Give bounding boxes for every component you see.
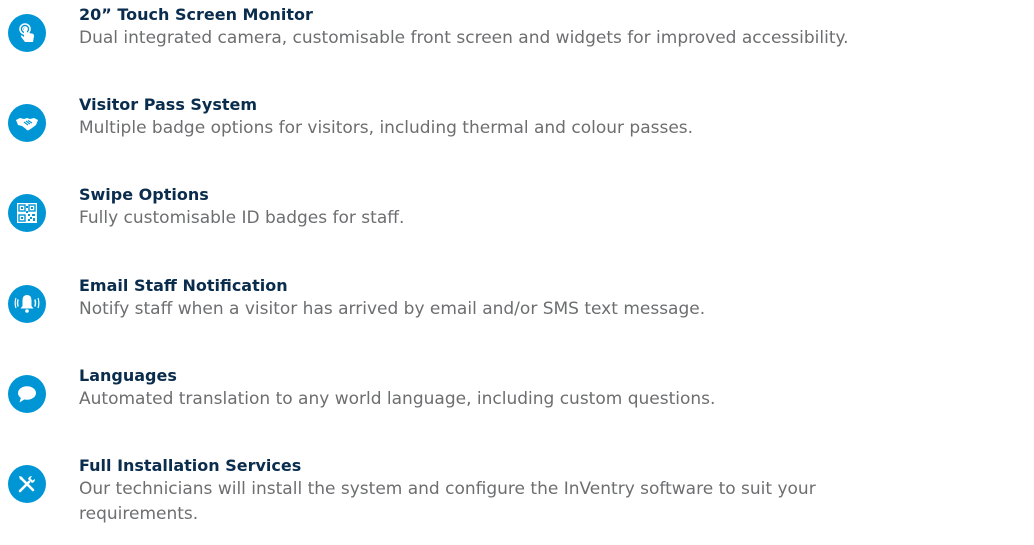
feature-text: 20” Touch Screen Monitor Dual integrated…	[79, 4, 1029, 51]
feature-text: Swipe Options Fully customisable ID badg…	[79, 184, 1029, 231]
feature-description: Fully customisable ID badges for staff.	[79, 208, 405, 228]
bell-icon	[8, 285, 46, 323]
feature-title: Full Installation Services	[79, 456, 302, 475]
speech-bubble-icon	[8, 375, 46, 413]
feature-text: Email Staff Notification Notify staff wh…	[79, 275, 1029, 322]
feature-title: Swipe Options	[79, 185, 209, 204]
feature-title: Visitor Pass System	[79, 95, 258, 114]
feature-title: 20” Touch Screen Monitor	[79, 5, 313, 24]
feature-description: Automated translation to any world langu…	[79, 389, 716, 409]
feature-text: Languages Automated translation to any w…	[79, 365, 1029, 412]
feature-title: Languages	[79, 366, 177, 385]
tools-icon	[8, 465, 46, 503]
qr-code-icon	[8, 194, 46, 232]
feature-list: 20” Touch Screen Monitor Dual integrated…	[0, 0, 1034, 545]
touch-hand-icon	[8, 14, 46, 52]
handshake-icon	[8, 104, 46, 142]
feature-text: Full Installation Services Our technicia…	[79, 455, 1029, 527]
feature-description: Our technicians will install the system …	[79, 479, 816, 524]
feature-text: Visitor Pass System Multiple badge optio…	[79, 94, 1029, 141]
feature-description: Dual integrated camera, customisable fro…	[79, 28, 849, 48]
feature-description: Multiple badge options for visitors, inc…	[79, 118, 694, 138]
feature-title: Email Staff Notification	[79, 276, 288, 295]
feature-description: Notify staff when a visitor has arrived …	[79, 299, 706, 319]
